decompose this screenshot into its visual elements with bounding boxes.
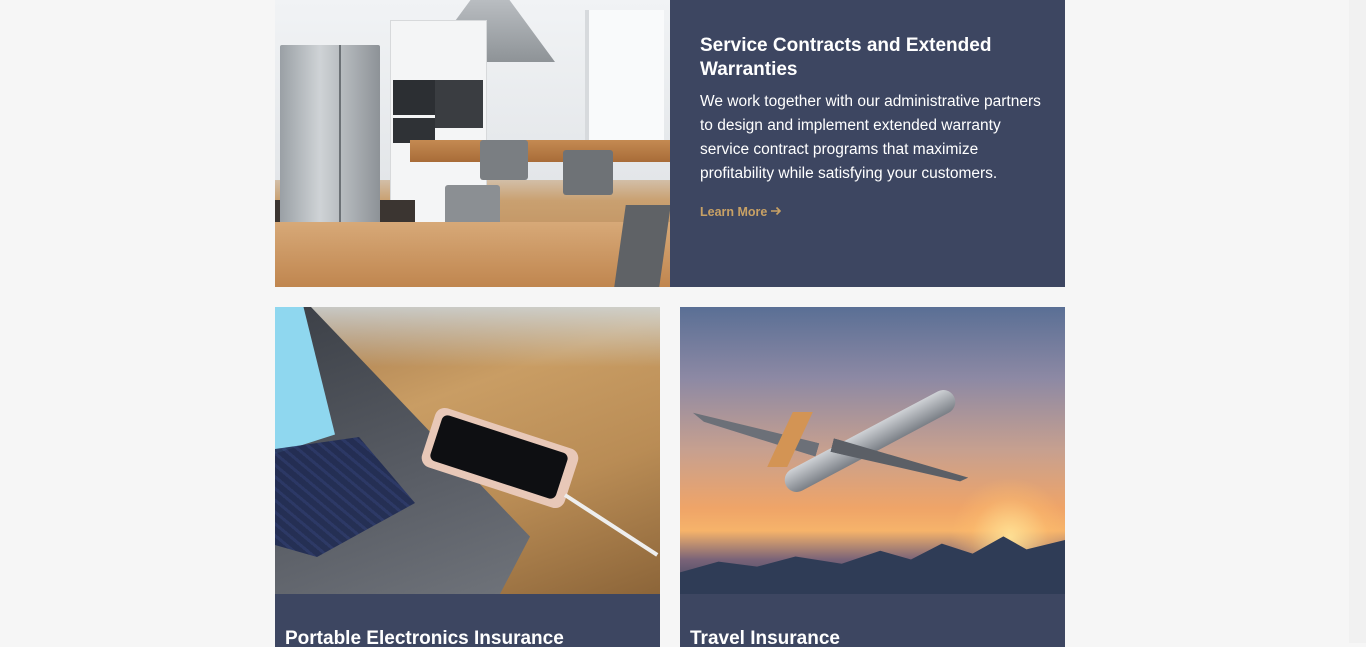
bar-stool: [480, 140, 528, 180]
featured-card-description: We work together with our administrative…: [700, 93, 1041, 182]
dining-table: [275, 222, 670, 287]
scrollbar[interactable]: [1349, 0, 1366, 643]
featured-card-body: Service Contracts and Extended Warrantie…: [670, 0, 1065, 287]
oven: [435, 80, 483, 128]
bar-stool: [445, 185, 500, 225]
learn-more-link[interactable]: Learn More: [700, 204, 782, 219]
kitchen-window: [585, 10, 664, 160]
learn-more-label: Learn More: [700, 204, 768, 219]
card-body: Travel Insurance: [680, 594, 1065, 647]
featured-card-title: Service Contracts and Extended Warrantie…: [700, 35, 992, 80]
laptop-phone-image: [275, 307, 660, 594]
kitchen-counter: [410, 140, 670, 162]
bar-stool: [563, 150, 613, 195]
arrow-right-icon: [771, 204, 782, 219]
card-title: Travel Insurance: [690, 628, 840, 647]
card-body: Portable Electronics Insurance: [275, 594, 660, 647]
oven: [393, 80, 435, 115]
card-travel-insurance[interactable]: Travel Insurance: [680, 307, 1065, 647]
card-portable-electronics-insurance[interactable]: Portable Electronics Insurance: [275, 307, 660, 647]
card-title: Portable Electronics Insurance: [285, 628, 564, 647]
featured-card-service-contracts: Service Contracts and Extended Warrantie…: [275, 0, 1065, 287]
airplane-image: [680, 307, 1065, 594]
kitchen-image: [275, 0, 670, 287]
